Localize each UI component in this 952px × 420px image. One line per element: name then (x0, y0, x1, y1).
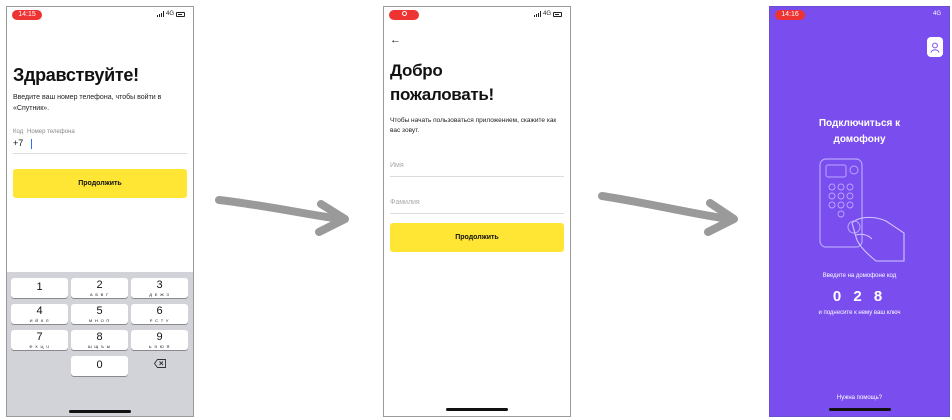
back-arrow-icon[interactable]: ← (390, 34, 401, 46)
intercom-illustration-icon (819, 158, 905, 262)
home-indicator (828, 408, 891, 411)
key-8[interactable]: 8Ш Щ Ъ Ы (71, 330, 128, 350)
flow-arrow-2-icon (598, 192, 738, 236)
intercom-code: 0 2 8 (832, 288, 887, 305)
page-title: Подключиться к домофону (770, 116, 949, 148)
network-label: 4G (932, 11, 941, 17)
continue-button[interactable]: Продолжить (390, 223, 564, 252)
title-line-2: домофону (833, 134, 886, 145)
phone-field-underline (13, 153, 187, 154)
status-bar: 14:16 4G (770, 7, 949, 23)
home-indicator (446, 408, 508, 411)
title-line-1: Добро (390, 61, 443, 80)
time-pill: 14:16 (775, 10, 805, 20)
first-name-input[interactable]: Имя (390, 162, 404, 169)
status-bar: 4G (384, 7, 570, 23)
code-label: Код (13, 129, 24, 135)
title-line-1: Подключиться к (818, 118, 901, 129)
page-subtitle: Введите ваш номер телефона, чтобы войти … (13, 94, 162, 112)
backspace-icon[interactable] (131, 356, 188, 376)
key-4[interactable]: 4И Й К Л (11, 304, 68, 324)
numeric-keypad: 1 2А Б В Г 3Д Е Ж З 4И Й К Л 5М Н О П 6Р… (7, 272, 193, 416)
page-subtitle: Чтобы начать пользоваться приложением, с… (390, 117, 557, 134)
signal-indicator: 4G (533, 11, 562, 17)
record-icon (401, 11, 407, 16)
user-icon[interactable] (927, 37, 943, 57)
key-1[interactable]: 1 (11, 278, 68, 298)
last-name-underline (390, 213, 564, 214)
hint-text: и поднесите к нему ваш ключ (818, 310, 901, 316)
battery-icon (176, 11, 185, 17)
page-title: Здравствуйте! (13, 65, 139, 85)
page-title: Добро пожаловать! (390, 59, 494, 107)
title-line-2: пожаловать! (390, 85, 494, 104)
recording-pill (389, 10, 419, 20)
phone-screen-intercom: 14:16 4G Подключиться к домофону Введите… (769, 6, 950, 417)
key-3[interactable]: 3Д Е Ж З (131, 278, 188, 298)
instruction-text: Введите на домофоне код (822, 273, 897, 279)
flow-arrow-1-icon (215, 196, 349, 236)
last-name-input[interactable]: Фамилия (390, 199, 420, 206)
signal-bars-icon (533, 11, 542, 17)
country-code[interactable]: +7 (13, 138, 23, 148)
first-name-underline (390, 176, 564, 177)
help-link[interactable]: Нужна помощь? (770, 395, 949, 401)
signal-bars-icon (156, 11, 165, 17)
phone-input-caret[interactable] (31, 139, 32, 149)
key-0[interactable]: 0 (71, 356, 128, 376)
status-bar: 14:15 4G (7, 7, 193, 23)
key-7[interactable]: 7Ф Х Ц Ч (11, 330, 68, 350)
phone-label: Номер телефона (27, 129, 75, 135)
network-label: 4G (165, 11, 174, 17)
battery-icon (553, 11, 562, 17)
key-2[interactable]: 2А Б В Г (71, 278, 128, 298)
continue-button[interactable]: Продолжить (13, 169, 187, 198)
network-label: 4G (542, 11, 551, 17)
time-pill: 14:15 (12, 10, 42, 20)
key-6[interactable]: 6Р С Т У (131, 304, 188, 324)
key-9[interactable]: 9Ь Э Ю Я (131, 330, 188, 350)
signal-indicator: 4G (156, 11, 185, 17)
phone-screen-login: 14:15 4G Здравствуйте! Введите ваш номер… (6, 6, 194, 417)
phone-screen-welcome: 4G ← Добро пожаловать! Чтобы начать поль… (383, 6, 571, 417)
home-indicator (69, 410, 131, 413)
key-5[interactable]: 5М Н О П (71, 304, 128, 324)
signal-indicator: 4G (933, 11, 941, 17)
